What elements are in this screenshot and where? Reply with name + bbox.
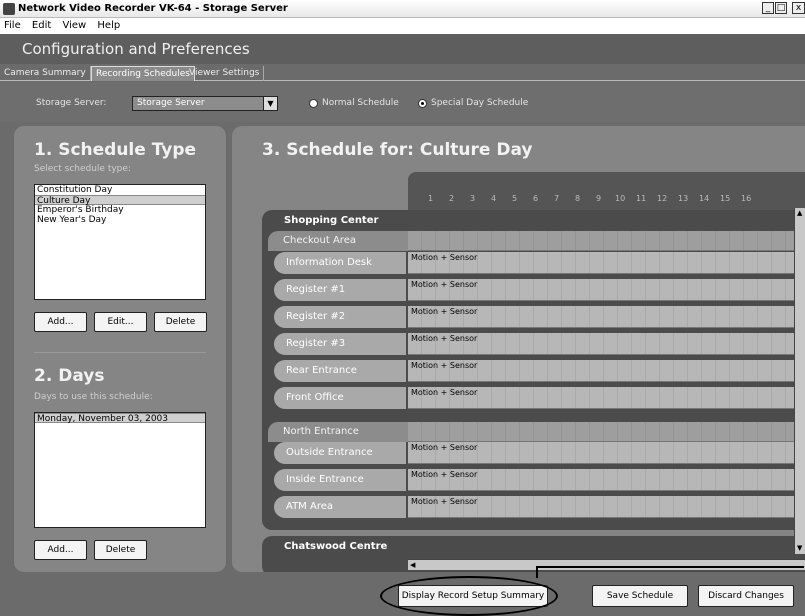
storage-server-select[interactable]: Storage Server ▼: [132, 96, 278, 111]
schedule-cell[interactable]: Motion + Sensor: [408, 469, 805, 491]
menu-help[interactable]: Help: [93, 18, 124, 34]
hour-label: 6: [533, 194, 539, 203]
camera-name[interactable]: Register #3: [274, 333, 406, 355]
schedule-cell[interactable]: Motion + Sensor: [408, 252, 805, 274]
tab-bar: Camera Summary Recording Schedules Viewe…: [0, 64, 805, 81]
list-item[interactable]: New Year's Day: [35, 215, 205, 225]
title-bar: Network Video Recorder VK-64 - Storage S…: [0, 0, 805, 18]
hour-label: 13: [678, 194, 689, 203]
list-item-selected[interactable]: Culture Day: [35, 195, 205, 206]
schedule-type-list[interactable]: Constitution Day Culture Day Emperor's B…: [34, 184, 206, 300]
hour-header: 1 2 3 4 5 6 7 8 9 10 11 12 13 14 15 16: [408, 172, 805, 212]
divider: [34, 352, 206, 353]
camera-name[interactable]: Information Desk: [274, 252, 406, 274]
days-list[interactable]: Monday, November 03, 2003: [34, 412, 206, 528]
hour-label: 1: [428, 194, 434, 203]
schedule-cell[interactable]: Motion + Sensor: [408, 496, 805, 518]
hour-label: 2: [449, 194, 455, 203]
hour-label: 14: [699, 194, 710, 203]
save-schedule-button[interactable]: Save Schedule: [592, 585, 688, 607]
add-day-button[interactable]: Add...: [34, 540, 87, 560]
schedule-grid: 1 2 3 4 5 6 7 8 9 10 11 12 13 14 15 16 S…: [262, 172, 805, 572]
hour-label: 11: [636, 194, 647, 203]
schedule-cell[interactable]: Motion + Sensor: [408, 279, 805, 301]
hour-label: 15: [720, 194, 731, 203]
hour-label: 3: [470, 194, 476, 203]
special-day-schedule-radio[interactable]: [418, 99, 427, 108]
camera-name[interactable]: Rear Entrance: [274, 360, 406, 382]
callout-line: [536, 566, 804, 578]
subgroup-header: Checkout Area: [268, 231, 418, 251]
menu-bar: File Edit View Help: [0, 18, 805, 34]
days-subtitle: Days to use this schedule:: [34, 392, 153, 402]
highlight-oval: [380, 576, 558, 616]
list-item-selected[interactable]: Monday, November 03, 2003: [35, 413, 205, 424]
normal-schedule-radio[interactable]: [309, 99, 318, 108]
hour-label: 8: [575, 194, 581, 203]
menu-file[interactable]: File: [0, 18, 25, 34]
days-title: 2. Days: [34, 366, 105, 386]
schedule-cell[interactable]: Motion + Sensor: [408, 360, 805, 382]
hour-label: 10: [615, 194, 626, 203]
storage-server-value: Storage Server: [137, 98, 205, 108]
normal-schedule-label: Normal Schedule: [322, 98, 399, 108]
hour-label: 4: [491, 194, 497, 203]
schedule-type-subtitle: Select schedule type:: [34, 164, 131, 174]
special-day-schedule-label: Special Day Schedule: [431, 98, 529, 108]
app-icon: [3, 3, 15, 15]
subgroup-row: [408, 422, 805, 442]
delete-schedule-type-button[interactable]: Delete: [154, 312, 207, 332]
add-schedule-type-button[interactable]: Add...: [34, 312, 87, 332]
camera-name[interactable]: Outside Entrance: [274, 442, 406, 464]
storage-server-label: Storage Server:: [36, 98, 107, 108]
camera-name[interactable]: ATM Area: [274, 496, 406, 518]
scroll-left-icon[interactable]: ◀: [410, 561, 415, 569]
tab-recording-schedules[interactable]: Recording Schedules: [91, 66, 195, 81]
subgroup-header: North Entrance: [268, 422, 418, 442]
app-window: Network Video Recorder VK-64 - Storage S…: [0, 0, 805, 616]
hour-label: 16: [741, 194, 752, 203]
scroll-down-icon[interactable]: ▼: [797, 544, 802, 552]
schedule-cell[interactable]: Motion + Sensor: [408, 387, 805, 409]
group-name: Chatswood Centre: [284, 541, 388, 552]
camera-name[interactable]: Front Office: [274, 387, 406, 409]
server-row: [0, 82, 805, 122]
menu-view[interactable]: View: [58, 18, 90, 34]
camera-name[interactable]: Register #1: [274, 279, 406, 301]
schedule-type-title: 1. Schedule Type: [34, 140, 197, 160]
hour-label: 7: [554, 194, 560, 203]
minimize-button[interactable]: _: [762, 2, 774, 14]
schedule-cell[interactable]: Motion + Sensor: [408, 442, 805, 464]
close-button[interactable]: x: [792, 2, 805, 14]
subgroup-row: [408, 231, 805, 251]
tab-viewer-settings[interactable]: Viewer Settings: [185, 66, 265, 81]
camera-name[interactable]: Inside Entrance: [274, 469, 406, 491]
hour-label: 12: [657, 194, 668, 203]
menu-edit[interactable]: Edit: [28, 18, 55, 34]
tab-camera-summary[interactable]: Camera Summary: [0, 66, 91, 81]
schedule-title: 3. Schedule for: Culture Day: [262, 140, 533, 160]
camera-name[interactable]: Register #2: [274, 306, 406, 328]
maximize-button[interactable]: □: [775, 2, 787, 14]
window-title: Network Video Recorder VK-64 - Storage S…: [18, 3, 288, 14]
hour-label: 5: [512, 194, 518, 203]
chevron-down-icon[interactable]: ▼: [263, 97, 277, 110]
vertical-scrollbar[interactable]: ▲ ▼: [794, 208, 805, 554]
discard-changes-button[interactable]: Discard Changes: [698, 585, 794, 607]
list-item[interactable]: Constitution Day: [35, 185, 205, 195]
edit-schedule-type-button[interactable]: Edit...: [94, 312, 147, 332]
delete-day-button[interactable]: Delete: [94, 540, 147, 560]
app-title: Configuration and Preferences: [22, 40, 250, 58]
group-name: Shopping Center: [284, 215, 379, 226]
scroll-up-icon[interactable]: ▲: [797, 209, 802, 217]
schedule-cell[interactable]: Motion + Sensor: [408, 333, 805, 355]
list-item[interactable]: Emperor's Birthday: [35, 205, 205, 215]
hour-label: 9: [596, 194, 602, 203]
schedule-cell[interactable]: Motion + Sensor: [408, 306, 805, 328]
